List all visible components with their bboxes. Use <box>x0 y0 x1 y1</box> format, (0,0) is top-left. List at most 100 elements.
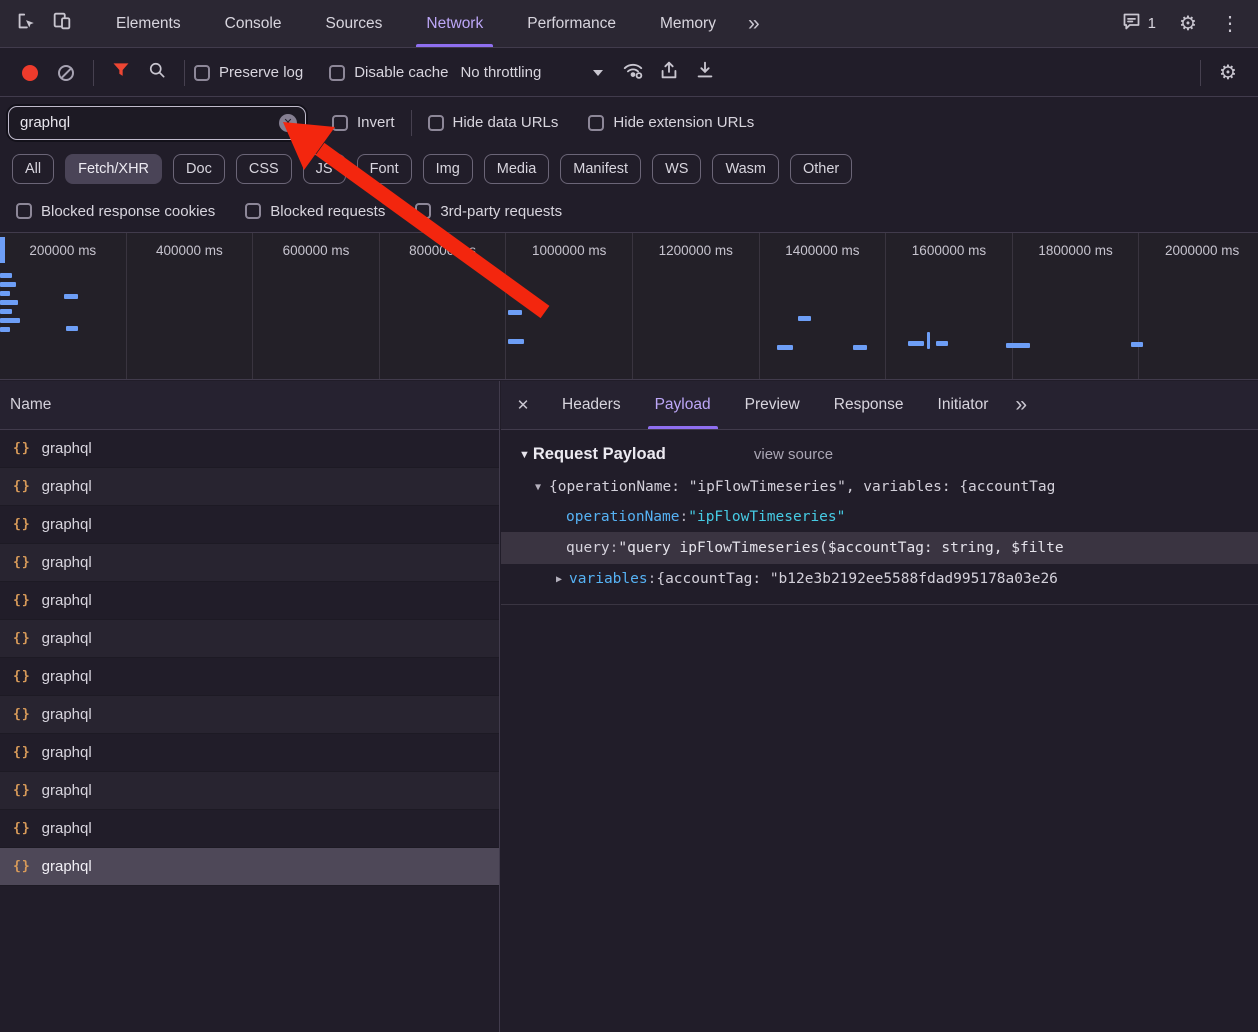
request-row[interactable]: {}graphql <box>0 734 499 772</box>
tab-initiator[interactable]: Initiator <box>921 381 1006 429</box>
timeline-overview[interactable]: 200000 ms 400000 ms 600000 ms 800000 ms … <box>0 232 1258 380</box>
close-icon: ✕ <box>517 396 530 414</box>
tab-response[interactable]: Response <box>817 381 921 429</box>
tab-elements[interactable]: Elements <box>94 0 203 47</box>
record-icon <box>22 65 38 81</box>
checkbox-icon <box>588 115 604 131</box>
tab-performance[interactable]: Performance <box>505 0 638 47</box>
chip-label: Wasm <box>725 161 766 177</box>
hide-extension-urls-checkbox[interactable]: Hide extension URLs <box>588 114 754 131</box>
tab-sources[interactable]: Sources <box>304 0 405 47</box>
chip-manifest[interactable]: Manifest <box>560 154 641 184</box>
tab-label: Memory <box>660 15 716 33</box>
network-settings-button[interactable]: ⚙ <box>1210 55 1246 91</box>
hide-data-urls-checkbox[interactable]: Hide data URLs <box>428 114 559 131</box>
record-network-log-button[interactable] <box>12 55 48 91</box>
settings-button[interactable]: ⚙ <box>1170 6 1206 42</box>
blocked-requests-checkbox[interactable]: Blocked requests <box>245 203 385 220</box>
preserve-log-checkbox[interactable]: Preserve log <box>194 64 303 81</box>
three-dots-icon: ⋮ <box>1220 14 1240 34</box>
request-row[interactable]: {}graphql <box>0 658 499 696</box>
tab-memory[interactable]: Memory <box>638 0 738 47</box>
payload-root-row[interactable]: ▼ {operationName: "ipFlowTimeseries", va… <box>501 472 1258 502</box>
download-icon <box>694 59 716 86</box>
request-row[interactable]: {}graphql <box>0 772 499 810</box>
tab-label: Sources <box>326 15 383 33</box>
device-toolbar-button[interactable] <box>44 6 80 42</box>
clear-filter-button[interactable]: ✕ <box>279 114 297 132</box>
view-source-link[interactable]: view source <box>754 446 833 463</box>
console-messages-button[interactable]: 1 <box>1113 11 1164 36</box>
timeline-request-bar <box>0 273 12 278</box>
devtools-tabbar: Elements Console Sources Network Perform… <box>0 0 1258 48</box>
chip-fetch-xhr[interactable]: Fetch/XHR <box>65 154 162 184</box>
network-conditions-button[interactable] <box>615 55 651 91</box>
payload-entry-variables[interactable]: ▶ variables: {accountTag: "b12e3b2192ee5… <box>501 564 1258 594</box>
payload-entry-operationname[interactable]: operationName: "ipFlowTimeseries" <box>501 502 1258 532</box>
tab-headers[interactable]: Headers <box>545 381 638 429</box>
network-toolbar: Preserve log Disable cache No throttling <box>0 49 1258 97</box>
close-details-button[interactable]: ✕ <box>501 381 545 429</box>
request-row[interactable]: {}graphql <box>0 468 499 506</box>
request-name: graphql <box>42 668 92 685</box>
request-row-selected[interactable]: {}graphql <box>0 848 499 886</box>
timeline-request-bar <box>777 345 793 350</box>
chip-other[interactable]: Other <box>790 154 852 184</box>
tab-network[interactable]: Network <box>404 0 505 47</box>
search-button[interactable] <box>139 55 175 91</box>
chip-css[interactable]: CSS <box>236 154 292 184</box>
blocked-requests-label: Blocked requests <box>270 203 385 220</box>
tab-console[interactable]: Console <box>203 0 304 47</box>
request-row[interactable]: {}graphql <box>0 620 499 658</box>
chip-font[interactable]: Font <box>357 154 412 184</box>
checkbox-icon <box>245 203 261 219</box>
chip-doc[interactable]: Doc <box>173 154 225 184</box>
chip-wasm[interactable]: Wasm <box>712 154 779 184</box>
name-column-header[interactable]: Name <box>0 381 499 430</box>
chip-ws[interactable]: WS <box>652 154 701 184</box>
chip-all[interactable]: All <box>12 154 54 184</box>
payload-separator <box>501 604 1258 605</box>
disable-cache-label: Disable cache <box>354 64 448 81</box>
tab-label: Elements <box>116 15 181 33</box>
request-row[interactable]: {}graphql <box>0 506 499 544</box>
triangle-down-icon[interactable]: ▼ <box>519 449 530 461</box>
request-row[interactable]: {}graphql <box>0 810 499 848</box>
invert-checkbox[interactable]: Invert <box>332 114 395 131</box>
inspect-element-button[interactable] <box>8 6 44 42</box>
tab-preview[interactable]: Preview <box>728 381 817 429</box>
triangle-down-icon[interactable]: ▼ <box>535 482 541 493</box>
third-party-requests-checkbox[interactable]: 3rd-party requests <box>415 203 562 220</box>
tab-label: Preview <box>745 396 800 414</box>
gear-icon: ⚙ <box>1219 63 1237 83</box>
import-har-button[interactable] <box>687 55 723 91</box>
more-details-tabs-chevron-icon[interactable]: » <box>1005 393 1035 417</box>
timeline-request-bar <box>936 341 948 346</box>
blocked-response-cookies-checkbox[interactable]: Blocked response cookies <box>16 203 215 220</box>
chip-media[interactable]: Media <box>484 154 550 184</box>
request-row[interactable]: {}graphql <box>0 582 499 620</box>
payload-tree: ▼ {operationName: "ipFlowTimeseries", va… <box>501 472 1258 605</box>
more-tabs-chevron-icon[interactable]: » <box>738 12 768 36</box>
chevron-down-icon <box>593 70 603 76</box>
export-har-button[interactable] <box>651 55 687 91</box>
chip-img[interactable]: Img <box>423 154 473 184</box>
clear-network-log-button[interactable] <box>48 55 84 91</box>
throttling-select[interactable]: No throttling <box>448 64 615 81</box>
chip-label: Doc <box>186 161 212 177</box>
request-row[interactable]: {}graphql <box>0 544 499 582</box>
request-row[interactable]: {}graphql <box>0 696 499 734</box>
filter-input[interactable] <box>9 114 305 131</box>
chip-label: JS <box>316 161 333 177</box>
key-value-separator: : <box>680 509 689 525</box>
filter-toggle-button[interactable] <box>103 55 139 91</box>
main-menu-button[interactable]: ⋮ <box>1212 6 1248 42</box>
triangle-right-icon[interactable]: ▶ <box>556 574 562 585</box>
disable-cache-checkbox[interactable]: Disable cache <box>329 64 448 81</box>
request-row[interactable]: {}graphql <box>0 430 499 468</box>
chip-label: WS <box>665 161 688 177</box>
chip-js[interactable]: JS <box>303 154 346 184</box>
payload-entry-query[interactable]: query: "query ipFlowTimeseries($accountT… <box>501 532 1258 564</box>
tab-payload[interactable]: Payload <box>638 381 728 429</box>
json-braces-icon: {} <box>13 859 31 874</box>
